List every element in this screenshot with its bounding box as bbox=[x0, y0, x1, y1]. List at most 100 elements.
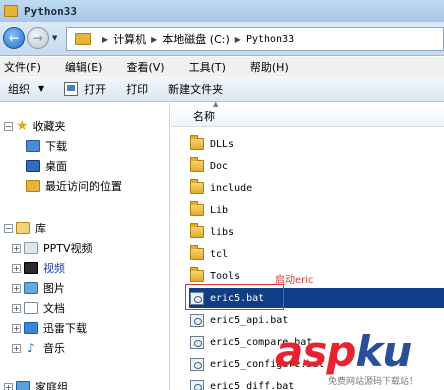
sidebar-item-homegroup[interactable]: + 家庭组 bbox=[4, 379, 68, 390]
arrow-left-icon: ← bbox=[8, 31, 20, 45]
folder-icon bbox=[190, 201, 204, 216]
chevron-down-icon: ▼ bbox=[38, 84, 45, 93]
sidebar-item-music[interactable]: + ♪ 音乐 bbox=[12, 340, 65, 356]
breadcrumb: ▶ 计算机 ▶ 本地磁盘 (C:) ▶ Python33 bbox=[97, 31, 294, 47]
folder-icon bbox=[190, 245, 204, 260]
watermark-asp: asp bbox=[275, 327, 356, 376]
favorites-label: 收藏夹 bbox=[32, 120, 66, 133]
expand-icon[interactable]: + bbox=[12, 243, 21, 253]
sidebar-item-pictures[interactable]: + 图片 bbox=[12, 280, 65, 296]
collapse-icon[interactable]: − bbox=[4, 223, 13, 233]
list-item[interactable]: tcl bbox=[190, 244, 228, 264]
sidebar-item-recent-places[interactable]: 最近访问的位置 bbox=[26, 178, 122, 194]
expand-icon[interactable]: + bbox=[4, 382, 13, 390]
recent-places-icon bbox=[26, 180, 40, 192]
forward-button[interactable]: → bbox=[27, 27, 49, 49]
homegroup-icon bbox=[16, 381, 30, 390]
breadcrumb-python33[interactable]: Python33 bbox=[246, 34, 294, 45]
sidebar-item-documents[interactable]: + 文档 bbox=[12, 300, 65, 316]
library-icon bbox=[16, 222, 30, 234]
expand-icon[interactable]: + bbox=[12, 343, 21, 353]
folder-icon bbox=[190, 267, 204, 282]
thunder-icon bbox=[24, 322, 38, 334]
file-name: Lib bbox=[210, 204, 229, 216]
breadcrumb-local-disk[interactable]: 本地磁盘 (C:) bbox=[162, 31, 229, 47]
list-item[interactable]: Tools bbox=[190, 266, 240, 286]
watermark-ku: ku bbox=[355, 327, 412, 376]
sidebar-item-desktop[interactable]: 桌面 bbox=[26, 158, 67, 174]
list-item[interactable]: eric5_api.bat bbox=[190, 310, 288, 330]
window-title: Python33 bbox=[24, 4, 77, 18]
back-button[interactable]: ← bbox=[3, 27, 25, 49]
menu-view[interactable]: 查看(V) bbox=[126, 59, 164, 75]
libraries-label: 库 bbox=[35, 222, 46, 235]
expand-icon[interactable]: + bbox=[12, 303, 21, 313]
sidebar-item-thunder-downloads[interactable]: + 迅雷下载 bbox=[12, 320, 87, 336]
sidebar-item-label: 迅雷下载 bbox=[43, 322, 87, 335]
sidebar-item-label: PPTV视频 bbox=[43, 242, 93, 255]
annotation-box bbox=[185, 284, 284, 310]
column-header-label: 名称 bbox=[193, 110, 215, 123]
file-name: libs bbox=[210, 226, 235, 238]
expand-icon[interactable]: + bbox=[12, 263, 21, 273]
file-name: Tools bbox=[210, 270, 241, 282]
address-field[interactable]: ▶ 计算机 ▶ 本地磁盘 (C:) ▶ Python33 bbox=[66, 27, 444, 51]
list-item[interactable]: libs bbox=[190, 222, 234, 242]
print-button[interactable]: 打印 bbox=[126, 81, 148, 97]
list-item[interactable]: Doc bbox=[190, 156, 228, 176]
sort-caret-icon: ▲ bbox=[213, 100, 219, 108]
sidebar-item-label: 桌面 bbox=[45, 160, 67, 173]
expand-icon[interactable]: + bbox=[12, 323, 21, 333]
open-button[interactable]: 打开 bbox=[64, 81, 106, 97]
recent-pages-chevron-icon[interactable]: ▼ bbox=[52, 34, 57, 42]
music-icon: ♪ bbox=[27, 341, 35, 355]
file-name: include bbox=[210, 182, 253, 194]
watermark: aspku 免费网站源码下载站！ bbox=[275, 330, 444, 390]
collapse-icon[interactable]: − bbox=[4, 121, 13, 131]
batch-file-icon bbox=[190, 357, 204, 371]
list-item[interactable]: DLLs bbox=[190, 134, 234, 154]
folder-icon bbox=[75, 33, 91, 45]
new-folder-button[interactable]: 新建文件夹 bbox=[168, 81, 223, 97]
menu-bar: 文件(F) 编辑(E) 查看(V) 工具(T) 帮助(H) bbox=[0, 57, 444, 76]
desktop-icon bbox=[26, 160, 40, 172]
folder-icon bbox=[190, 223, 204, 238]
chevron-right-icon[interactable]: ▶ bbox=[102, 35, 108, 44]
folder-icon bbox=[190, 135, 204, 150]
batch-file-icon bbox=[190, 313, 204, 327]
watermark-tagline: 免费网站源码下载站！ bbox=[328, 377, 419, 387]
explorer-window: Python33 ← → ▼ ▶ 计算机 ▶ 本地磁盘 (C:) ▶ Pytho… bbox=[0, 0, 444, 390]
annotation-label: 启动eric bbox=[275, 275, 314, 286]
menu-edit[interactable]: 编辑(E) bbox=[65, 59, 103, 75]
menu-tools[interactable]: 工具(T) bbox=[189, 59, 226, 75]
column-header-name[interactable]: ▲ 名称 bbox=[171, 100, 444, 127]
sidebar-item-videos[interactable]: + 视频 bbox=[12, 260, 65, 276]
organize-label: 组织 bbox=[8, 82, 30, 96]
organize-button[interactable]: 组织 ▼ bbox=[8, 81, 44, 97]
chevron-right-icon[interactable]: ▶ bbox=[235, 35, 241, 44]
pptv-icon bbox=[24, 242, 38, 254]
chevron-right-icon[interactable]: ▶ bbox=[151, 35, 157, 44]
libraries-group[interactable]: − 库 bbox=[4, 220, 46, 236]
breadcrumb-computer[interactable]: 计算机 bbox=[113, 31, 146, 47]
open-icon bbox=[64, 81, 79, 96]
address-toolbar: ← → ▼ ▶ 计算机 ▶ 本地磁盘 (C:) ▶ Python33 bbox=[0, 22, 444, 56]
expand-icon[interactable]: + bbox=[12, 283, 21, 293]
arrow-right-icon: → bbox=[32, 31, 44, 45]
watermark-logo: aspku bbox=[275, 327, 412, 376]
print-label: 打印 bbox=[126, 82, 149, 96]
file-name: eric5_api.bat bbox=[210, 314, 289, 326]
navigation-pane: − ★ 收藏夹 下载 桌面 最近访问的位置 − 库 + PPTV视频 + 视频 … bbox=[0, 103, 170, 390]
folder-icon bbox=[190, 179, 204, 194]
list-item[interactable]: Lib bbox=[190, 200, 228, 220]
favorites-group[interactable]: − ★ 收藏夹 bbox=[4, 118, 66, 134]
sidebar-item-label: 图片 bbox=[43, 282, 65, 295]
folder-icon bbox=[4, 5, 18, 17]
list-item[interactable]: include bbox=[190, 178, 252, 198]
sidebar-item-pptv[interactable]: + PPTV视频 bbox=[12, 240, 93, 256]
menu-file[interactable]: 文件(F) bbox=[4, 59, 41, 75]
title-bar: Python33 bbox=[0, 0, 444, 22]
menu-help[interactable]: 帮助(H) bbox=[250, 59, 289, 75]
sidebar-item-downloads[interactable]: 下载 bbox=[26, 138, 67, 154]
open-label: 打开 bbox=[84, 82, 107, 96]
